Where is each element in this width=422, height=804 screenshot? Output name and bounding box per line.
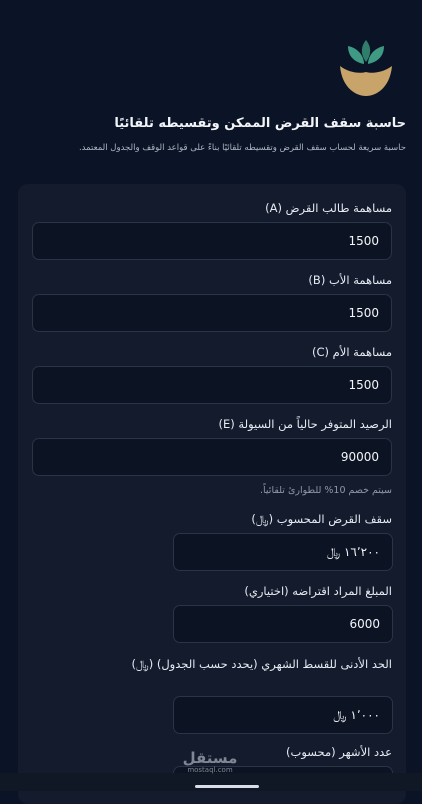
father-contribution-input[interactable] xyxy=(32,294,392,332)
logo-icon xyxy=(340,40,392,96)
watermark-url: mostaql.com xyxy=(187,766,233,774)
label-desired-amount: المبلغ المراد اقتراضه (اختياري) xyxy=(244,584,392,598)
min-installment-value: ١٬٠٠٠ ﷼ xyxy=(333,707,380,722)
watermark: مستقل mostaql.com xyxy=(182,750,238,774)
label-loan-ceiling: سقف القرض المحسوب (﷼) xyxy=(251,512,392,526)
watermark-text: مستقل xyxy=(182,749,238,767)
desired-amount-input[interactable] xyxy=(173,605,393,643)
loan-ceiling-output: ١٦٬٢٠٠ ﷼ xyxy=(173,533,393,571)
label-father-contribution: مساهمة الأب (B) xyxy=(308,273,392,287)
bottom-bar xyxy=(0,773,422,791)
emergency-note: سيتم خصم 10% للطوارئ تلقائياً. xyxy=(260,485,392,496)
loan-ceiling-value: ١٦٬٢٠٠ ﷼ xyxy=(326,544,380,559)
student-contribution-input[interactable] xyxy=(32,222,392,260)
label-mother-contribution: مساهمة الأم (C) xyxy=(311,345,392,359)
page-subtitle: حاسبة سريعة لحساب سقف القرض وتقسيطه تلقا… xyxy=(78,143,406,153)
home-indicator[interactable] xyxy=(195,785,259,788)
min-installment-output: ١٬٠٠٠ ﷼ xyxy=(173,696,393,734)
label-min-installment: الحد الأدنى للقسط الشهري (يحدد حسب الجدو… xyxy=(131,657,392,671)
mother-contribution-input[interactable] xyxy=(32,366,392,404)
page-title: حاسبة سقف القرض الممكن وتقسيطه تلقائيًا xyxy=(114,116,406,131)
label-liquidity-balance: الرصيد المتوفر حالياً من السيولة (E) xyxy=(218,417,392,431)
liquidity-balance-input[interactable] xyxy=(32,438,392,476)
label-student-contribution: مساهمة طالب القرض (A) xyxy=(265,201,392,215)
